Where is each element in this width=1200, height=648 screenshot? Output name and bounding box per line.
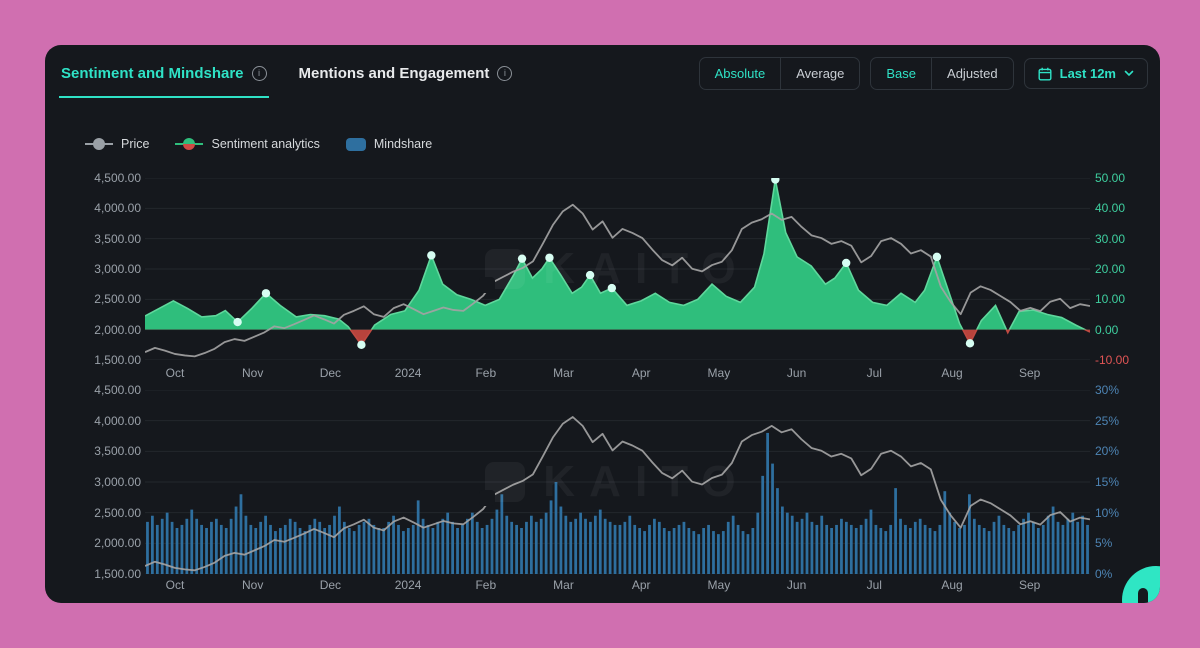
info-icon[interactable]: i <box>497 66 512 81</box>
bottom-chart-right-axis: 30%25%20%15%10%5%0% <box>1095 390 1153 574</box>
chart-legend: Price Sentiment analytics Mindshare <box>85 137 432 151</box>
x-axis-month-label: Feb <box>475 578 496 592</box>
tab-sentiment-and-mindshare[interactable]: Sentiment and Mindshare i <box>59 57 269 98</box>
x-axis-month-label: Apr <box>632 366 651 380</box>
absolute-average-toggle: Absolute Average <box>699 57 861 90</box>
axis-tick-label: 2,500.00 <box>94 506 141 520</box>
adjusted-option[interactable]: Adjusted <box>931 58 1013 89</box>
x-axis-month-label: 2024 <box>395 578 422 592</box>
tab-label: Mentions and Engagement <box>299 65 490 82</box>
axis-tick-label: -10.00 <box>1095 353 1129 367</box>
average-option[interactable]: Average <box>780 58 859 89</box>
axis-tick-label: 1,500.00 <box>94 353 141 367</box>
x-axis-month-label: Dec <box>320 578 341 592</box>
legend-item-mindshare[interactable]: Mindshare <box>346 137 432 151</box>
x-axis-month-label: Nov <box>242 366 263 380</box>
axis-tick-label: 40.00 <box>1095 201 1125 215</box>
axis-tick-label: 2,500.00 <box>94 292 141 306</box>
legend-label: Price <box>121 137 149 151</box>
top-chart-x-axis: Oct Nov Dec 2024 Feb Mar Apr May Jun Jul Aug Sep <box>145 366 1090 382</box>
axis-tick-label: 5% <box>1095 536 1112 550</box>
tab-mentions-and-engagement[interactable]: Mentions and Engagement i <box>297 57 515 98</box>
x-axis-month-label: Jun <box>787 578 806 592</box>
legend-label: Mindshare <box>374 137 432 151</box>
x-axis-month-label: May <box>708 578 731 592</box>
x-axis-month-label: Mar <box>553 366 574 380</box>
date-range-picker[interactable]: Last 12m <box>1024 58 1148 89</box>
x-axis-month-label: Oct <box>166 578 185 592</box>
bottom-chart-left-axis: 4,500.004,000.003,500.003,000.002,500.00… <box>83 390 141 574</box>
axis-tick-label: 15% <box>1095 475 1119 489</box>
x-axis-month-label: Jun <box>787 366 806 380</box>
base-option[interactable]: Base <box>871 58 931 89</box>
axis-tick-label: 50.00 <box>1095 171 1125 185</box>
top-chart-plot[interactable]: KAITO <box>145 178 1090 360</box>
x-axis-month-label: Nov <box>242 578 263 592</box>
x-axis-month-label: May <box>708 366 731 380</box>
x-axis-month-label: Apr <box>632 578 651 592</box>
axis-tick-label: 20.00 <box>1095 262 1125 276</box>
tab-bar: Sentiment and Mindshare i Mentions and E… <box>59 57 514 98</box>
bottom-chart-plot[interactable]: KAITO <box>145 390 1090 574</box>
top-chart-right-axis: 50.0040.0030.0020.0010.000.00-10.00 <box>1095 178 1153 360</box>
x-axis-month-label: 2024 <box>395 366 422 380</box>
analytics-card: Sentiment and Mindshare i Mentions and E… <box>45 45 1160 603</box>
axis-tick-label: 30% <box>1095 383 1119 397</box>
x-axis-month-label: Aug <box>941 578 962 592</box>
chart-controls: Absolute Average Base Adjusted Last 12m <box>699 57 1148 90</box>
axis-tick-label: 1,500.00 <box>94 567 141 581</box>
axis-tick-label: 10.00 <box>1095 292 1125 306</box>
axis-tick-label: 25% <box>1095 414 1119 428</box>
axis-tick-label: 20% <box>1095 444 1119 458</box>
legend-item-sentiment[interactable]: Sentiment analytics <box>175 137 319 151</box>
bottom-chart-x-axis: Oct Nov Dec 2024 Feb Mar Apr May Jun Jul Aug Sep <box>145 578 1090 594</box>
legend-label: Sentiment analytics <box>211 137 319 151</box>
axis-tick-label: 3,500.00 <box>94 444 141 458</box>
axis-tick-label: 0% <box>1095 567 1112 581</box>
axis-tick-label: 4,500.00 <box>94 383 141 397</box>
axis-tick-label: 0.00 <box>1095 323 1118 337</box>
chat-widget-glyph-icon <box>1138 588 1148 603</box>
x-axis-month-label: Feb <box>475 366 496 380</box>
legend-item-price[interactable]: Price <box>85 137 149 151</box>
card-header: Sentiment and Mindshare i Mentions and E… <box>59 57 1148 98</box>
axis-tick-label: 4,000.00 <box>94 414 141 428</box>
axis-tick-label: 2,000.00 <box>94 536 141 550</box>
info-icon[interactable]: i <box>252 66 267 81</box>
x-axis-month-label: Aug <box>941 366 962 380</box>
base-adjusted-toggle: Base Adjusted <box>870 57 1013 90</box>
axis-tick-label: 10% <box>1095 506 1119 520</box>
calendar-icon <box>1038 67 1052 81</box>
axis-tick-label: 3,000.00 <box>94 475 141 489</box>
axis-tick-label: 30.00 <box>1095 232 1125 246</box>
x-axis-month-label: Sep <box>1019 366 1040 380</box>
axis-tick-label: 4,000.00 <box>94 201 141 215</box>
absolute-option[interactable]: Absolute <box>700 58 781 89</box>
axis-tick-label: 3,500.00 <box>94 232 141 246</box>
x-axis-month-label: Oct <box>166 366 185 380</box>
sentiment-series-icon <box>175 138 203 150</box>
x-axis-month-label: Jul <box>867 366 882 380</box>
x-axis-month-label: Sep <box>1019 578 1040 592</box>
axis-tick-label: 2,000.00 <box>94 323 141 337</box>
price-series-icon <box>85 139 113 149</box>
mindshare-series-icon <box>346 138 366 151</box>
top-chart-left-axis: 4,500.004,000.003,500.003,000.002,500.00… <box>83 178 141 360</box>
x-axis-month-label: Mar <box>553 578 574 592</box>
axis-tick-label: 4,500.00 <box>94 171 141 185</box>
axis-tick-label: 3,000.00 <box>94 262 141 276</box>
chevron-down-icon <box>1124 70 1134 77</box>
date-range-label: Last 12m <box>1060 66 1116 81</box>
tab-label: Sentiment and Mindshare <box>61 65 244 82</box>
x-axis-month-label: Dec <box>320 366 341 380</box>
x-axis-month-label: Jul <box>867 578 882 592</box>
